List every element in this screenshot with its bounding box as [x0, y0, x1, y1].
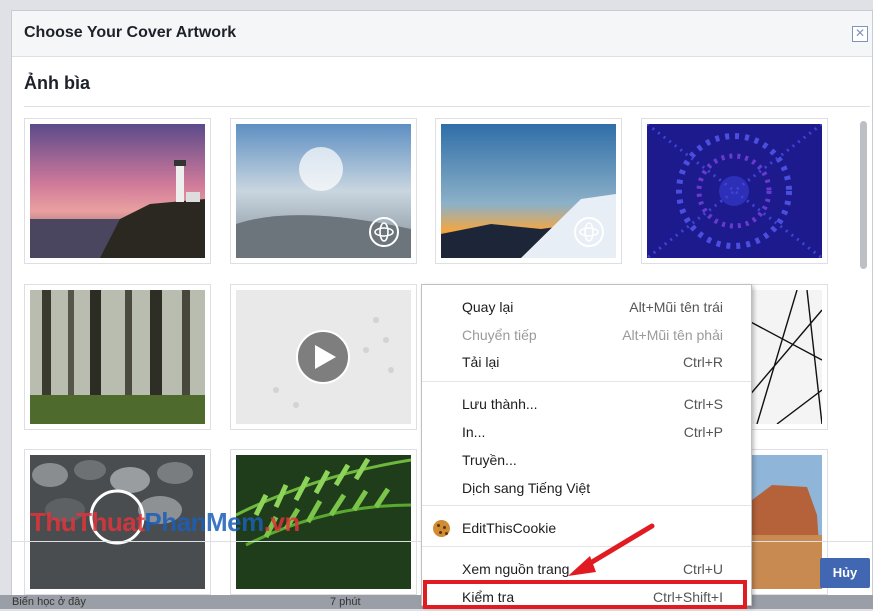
section-divider [24, 106, 870, 107]
mountain-image [441, 124, 616, 258]
artwork-tile-lighthouse[interactable] [24, 118, 211, 264]
artwork-tile-white-dots[interactable] [230, 284, 417, 430]
menu-item-label: Tải lại [462, 354, 500, 370]
white-dots-image [236, 290, 411, 424]
menu-item-shortcut: Alt+Mũi tên phải [622, 327, 723, 343]
dialog-title: Choose Your Cover Artwork [24, 24, 237, 41]
menu-item-label: Chuyển tiếp [462, 327, 537, 343]
artwork-tile-sky[interactable] [230, 118, 417, 264]
forest-image [30, 290, 205, 424]
menu-item-print[interactable]: In... Ctrl+P [422, 418, 751, 446]
menu-item-shortcut: Alt+Mũi tên trái [629, 299, 723, 315]
menu-item-label: Dịch sang Tiếng Việt [462, 480, 591, 496]
menu-item-label: Quay lại [462, 299, 514, 315]
menu-item-translate[interactable]: Dịch sang Tiếng Việt [422, 474, 751, 502]
watermark-part2: PhanMem [144, 507, 264, 537]
kaleidoscope-image [647, 124, 822, 258]
menu-item-label: Lưu thành... [462, 396, 538, 412]
play-icon [296, 330, 350, 384]
scrollbar-thumb[interactable] [860, 121, 867, 269]
menu-item-reload[interactable]: Tải lại Ctrl+R [422, 348, 751, 376]
menu-item-shortcut: Ctrl+U [682, 561, 723, 577]
menu-item-shortcut: Ctrl+P [683, 424, 723, 440]
watermark-part1: ThuThuat [30, 507, 145, 537]
menu-item-back[interactable]: Quay lại Alt+Mũi tên trái [422, 293, 751, 321]
menu-item-label: EditThisCookie [462, 520, 557, 536]
menu-item-cast[interactable]: Truyền... [422, 446, 751, 474]
background-text-right: 7 phút [330, 596, 361, 608]
artwork-tile-mountain[interactable] [435, 118, 622, 264]
dialog-header: Choose Your Cover Artwork ✕ [12, 11, 872, 57]
menu-item-label: Truyền... [462, 452, 517, 468]
cancel-button[interactable]: Hủy [820, 558, 870, 588]
sky-image [236, 124, 411, 258]
inspect-highlight-box [423, 580, 747, 609]
menu-item-label: In... [462, 424, 486, 440]
menu-item-save-as[interactable]: Lưu thành... Ctrl+S [422, 390, 751, 418]
red-arrow-icon [568, 523, 655, 576]
cookie-icon [433, 520, 450, 537]
menu-item-shortcut: Ctrl+S [683, 396, 723, 412]
menu-separator [422, 381, 751, 382]
menu-item-label: Xem nguồn trang [462, 561, 570, 577]
menu-separator [422, 505, 751, 506]
menu-item-shortcut: Ctrl+R [682, 354, 723, 370]
lighthouse-image [30, 124, 205, 258]
artwork-tile-kaleidoscope[interactable] [641, 118, 828, 264]
background-text-left: Biến học ở đây [12, 596, 86, 608]
watermark: ThuThuatPhanMem.vn [30, 507, 300, 538]
close-icon[interactable]: ✕ [852, 26, 868, 42]
section-title: Ảnh bìa [24, 73, 90, 93]
artwork-tile-forest[interactable] [24, 284, 211, 430]
menu-item-forward: Chuyển tiếp Alt+Mũi tên phải [422, 321, 751, 349]
watermark-part3: .vn [263, 507, 301, 537]
